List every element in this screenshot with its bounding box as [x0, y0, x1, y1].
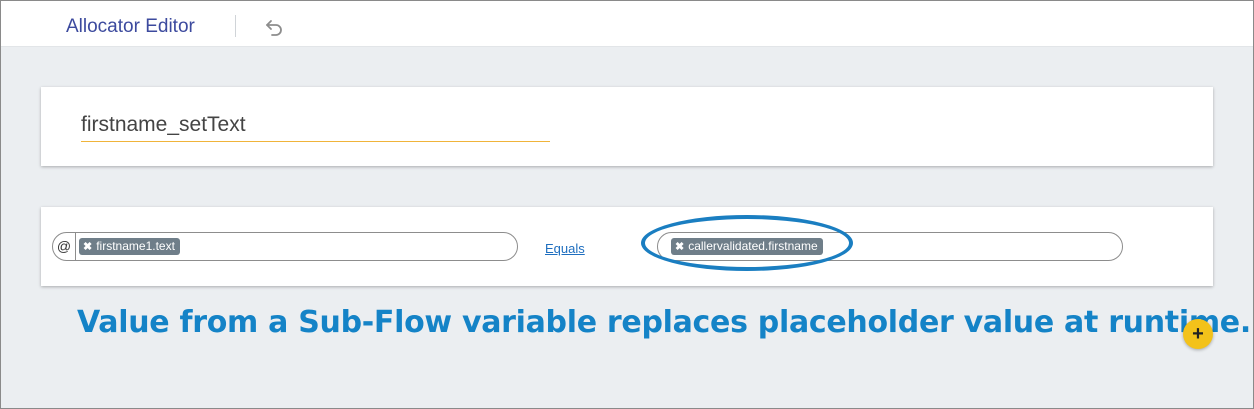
- remove-chip-icon[interactable]: ✖: [675, 241, 684, 253]
- undo-icon[interactable]: [264, 17, 286, 39]
- variable-chip: ✖ callervalidated.firstname: [671, 238, 823, 255]
- variable-picker-button[interactable]: @: [53, 233, 76, 260]
- condition-card: @ ✖ firstname1.text Equals ✖ callervalidat…: [41, 207, 1213, 286]
- chip-label: firstname1.text: [96, 239, 175, 253]
- left-operand-field[interactable]: @ ✖ firstname1.text: [52, 232, 518, 261]
- name-card: [41, 87, 1213, 166]
- allocator-editor-window: Allocator Editor @ ✖ firstname1.text Equa…: [0, 0, 1254, 409]
- header-bar: Allocator Editor: [1, 1, 1253, 47]
- app-title: Allocator Editor: [66, 16, 195, 37]
- chip-label: callervalidated.firstname: [688, 239, 818, 253]
- operator-link[interactable]: Equals: [545, 241, 585, 256]
- header-divider: [235, 15, 236, 37]
- remove-chip-icon[interactable]: ✖: [83, 241, 92, 253]
- variable-chip: ✖ firstname1.text: [79, 238, 180, 255]
- allocator-name-input[interactable]: [81, 109, 550, 142]
- right-operand-field[interactable]: ✖ callervalidated.firstname: [657, 232, 1123, 261]
- annotation-text: Value from a Sub-Flow variable replaces …: [77, 305, 1251, 340]
- add-button[interactable]: +: [1183, 319, 1213, 349]
